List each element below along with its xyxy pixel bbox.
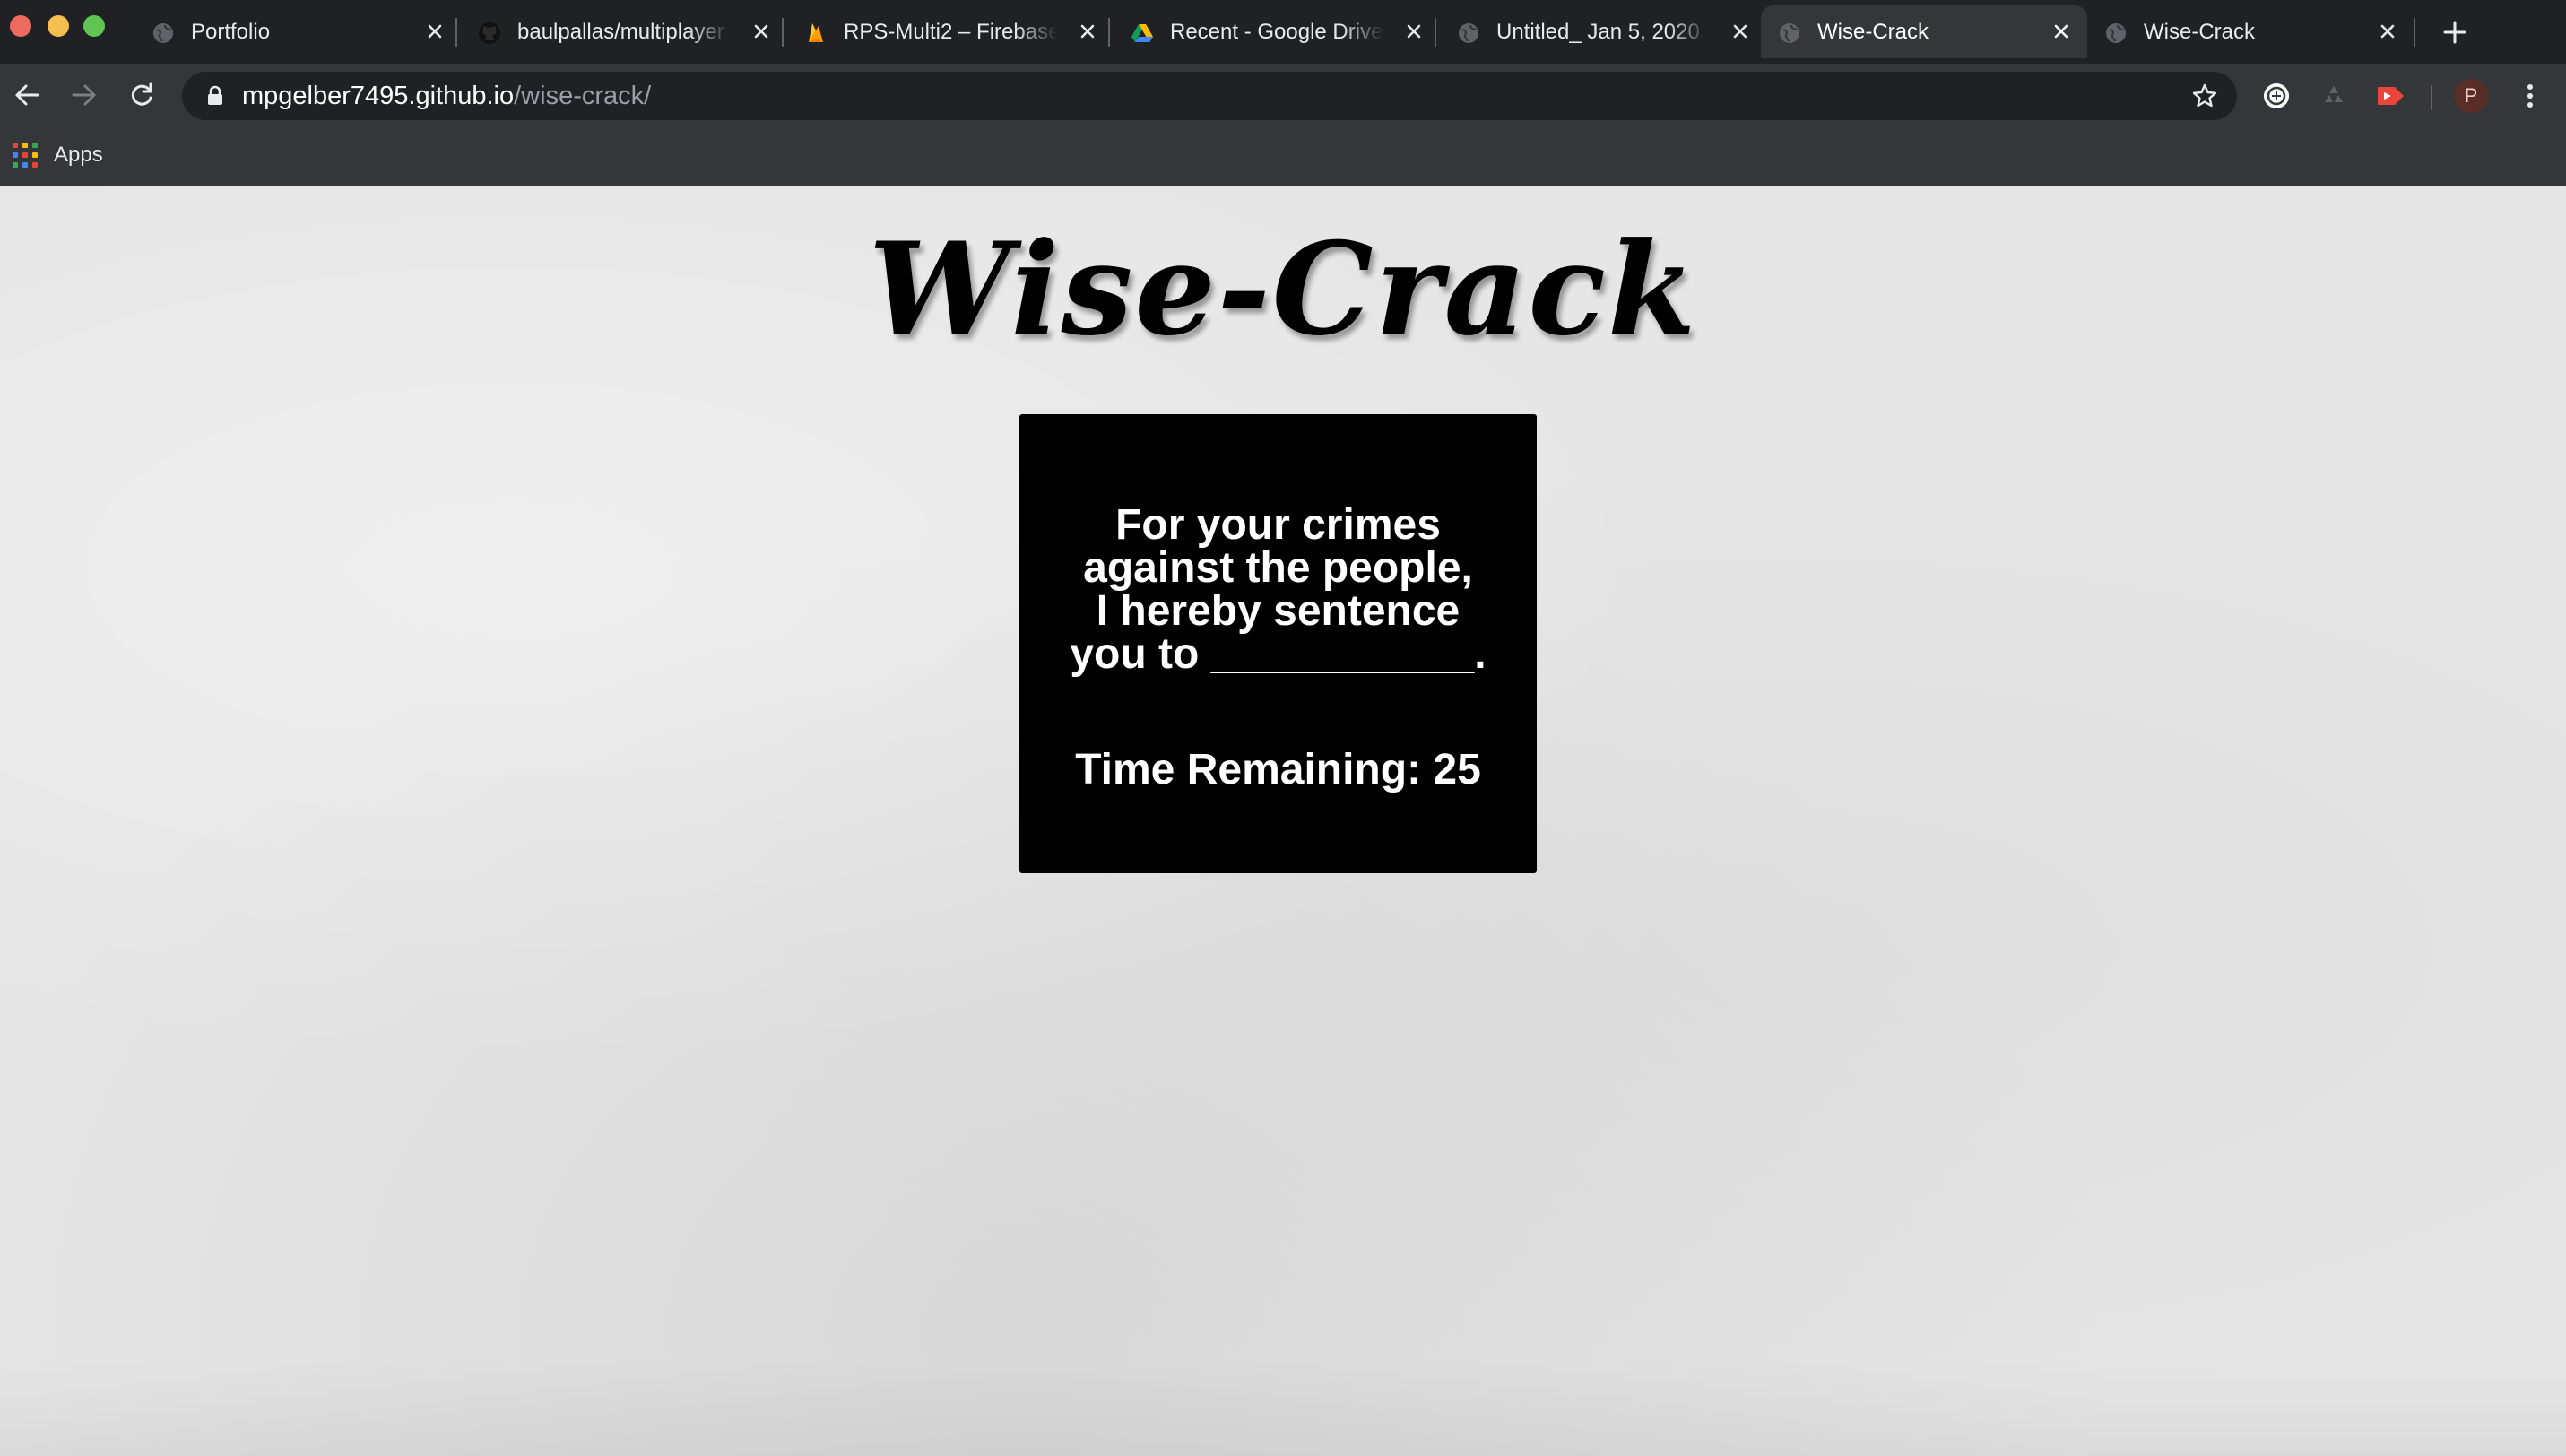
close-icon[interactable]	[1074, 18, 1101, 45]
tab-separator	[782, 18, 784, 47]
globe-icon	[151, 21, 176, 46]
tab-label: Recent - Google Drive	[1170, 20, 1383, 44]
time-remaining: Time Remaining: 25	[1019, 745, 1537, 795]
tab-label: Wise-Crack	[1817, 20, 1929, 44]
extension-icon[interactable]	[2258, 78, 2294, 114]
page-viewport: Wise-Crack For your crimes against the p…	[0, 186, 2566, 1456]
tab-label: RPS-Multi2 – Firebase	[844, 20, 1057, 44]
bookmark-star-icon[interactable]	[2190, 82, 2219, 110]
tab-separator	[2414, 18, 2415, 47]
tab-label: Wise-Crack	[2144, 20, 2255, 44]
timer-value: 25	[1433, 746, 1481, 793]
close-icon[interactable]	[421, 18, 448, 45]
profile-avatar[interactable]: P	[2454, 79, 2488, 113]
address-bar[interactable]: mpgelber7495.github.io/wise-crack/	[182, 72, 2237, 120]
recycle-extension-icon[interactable]	[2316, 78, 2352, 114]
bookmarks-bar: Apps	[0, 126, 2566, 186]
google-drive-icon	[1130, 21, 1155, 46]
new-tab-button[interactable]	[2435, 13, 2475, 52]
plus-icon	[2443, 21, 2466, 44]
forward-button[interactable]	[62, 73, 107, 117]
tab-separator	[1435, 18, 1436, 47]
tab-google-drive[interactable]: Recent - Google Drive	[1114, 5, 1440, 58]
tab-untitled[interactable]: Untitled_ Jan 5, 2020	[1440, 5, 1766, 58]
tab-separator	[455, 18, 457, 47]
prompt-text: For your crimes against the people, I he…	[1055, 504, 1501, 676]
github-icon	[477, 21, 502, 46]
close-icon[interactable]	[2374, 18, 2401, 45]
apps-shortcut[interactable]: Apps	[13, 137, 103, 173]
globe-icon	[1456, 21, 1481, 46]
browser-toolbar: mpgelber7495.github.io/wise-crack/ P	[0, 64, 2566, 126]
close-icon[interactable]	[2048, 18, 2075, 45]
prompt-card: For your crimes against the people, I he…	[1019, 414, 1537, 873]
tab-firebase[interactable]: RPS-Multi2 – Firebase	[787, 5, 1114, 58]
tab-github[interactable]: baulpallas/multiplayer	[461, 5, 787, 58]
close-icon[interactable]	[1727, 18, 1754, 45]
prompt-line: you to ___________.	[1070, 630, 1487, 678]
prompt-line: For your crimes	[1115, 501, 1441, 549]
tab-label: Portfolio	[191, 20, 271, 44]
apps-label: Apps	[54, 143, 103, 167]
screen-recorder-extension-icon[interactable]	[2373, 78, 2409, 114]
reload-icon	[131, 82, 152, 106]
window-close-button[interactable]	[10, 15, 31, 37]
arrow-left-icon	[15, 84, 39, 106]
window-zoom-button[interactable]	[83, 15, 105, 37]
tab-label: Untitled_ Jan 5, 2020	[1496, 20, 1700, 44]
prompt-line: against the people,	[1083, 544, 1473, 592]
tab-wise-crack[interactable]: Wise-Crack	[2087, 5, 2414, 58]
globe-icon	[2103, 21, 2128, 46]
globe-icon	[1777, 21, 1802, 46]
timer-label: Time Remaining:	[1075, 746, 1422, 793]
back-button[interactable]	[4, 73, 49, 117]
prompt-line: I hereby sentence	[1096, 587, 1461, 635]
arrow-right-icon	[72, 84, 96, 106]
url-path: /wise-crack/	[514, 82, 652, 110]
tab-portfolio[interactable]: Portfolio	[134, 5, 461, 58]
close-icon[interactable]	[748, 18, 775, 45]
tab-strip: Portfolio baulpallas/multiplayer RPS-Mul…	[0, 0, 2566, 64]
window-minimize-button[interactable]	[48, 15, 69, 37]
firebase-icon	[803, 21, 828, 46]
lock-icon[interactable]	[204, 84, 227, 108]
tab-separator	[1108, 18, 1110, 47]
close-icon[interactable]	[1400, 18, 1427, 45]
tab-label: baulpallas/multiplayer	[517, 20, 724, 44]
site-title: Wise-Crack	[868, 215, 1698, 364]
toolbar-separator	[2431, 85, 2432, 110]
url-host: mpgelber7495.github.io	[242, 82, 515, 110]
browser-menu-button[interactable]	[2510, 76, 2550, 116]
reload-button[interactable]	[119, 73, 164, 117]
tab-wise-crack-active[interactable]: Wise-Crack	[1761, 5, 2087, 58]
url-text: mpgelber7495.github.io/wise-crack/	[242, 80, 651, 112]
more-vertical-icon	[2527, 84, 2533, 108]
apps-grid-icon	[13, 143, 38, 168]
